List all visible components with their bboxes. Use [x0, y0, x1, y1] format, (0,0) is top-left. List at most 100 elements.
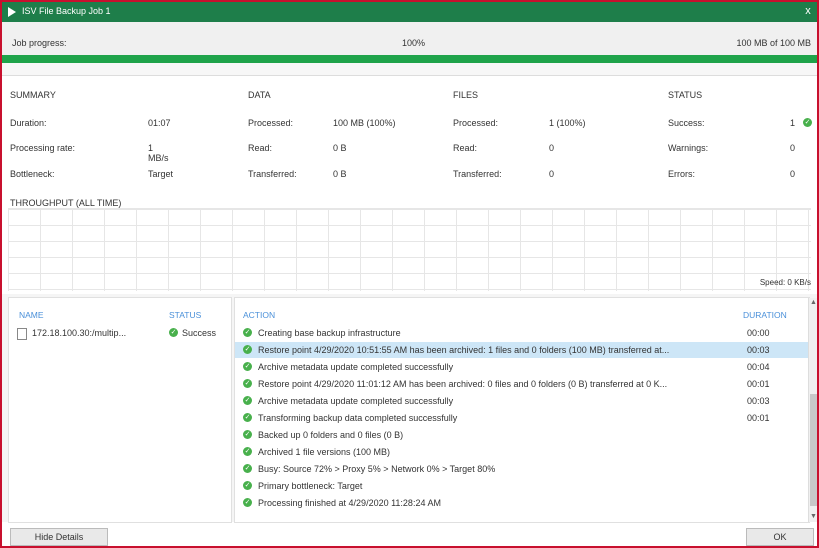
- job-progress-percent: 100%: [402, 38, 426, 48]
- status-value: 1: [790, 118, 796, 128]
- files-value: 1 (100%): [549, 118, 586, 128]
- status-key: Errors:: [668, 169, 695, 179]
- summary-key: Processing rate:: [10, 143, 76, 153]
- log-action-text: Processing finished at 4/29/2020 11:28:2…: [258, 498, 441, 508]
- log-row[interactable]: ✓ Archived 1 file versions (100 MB): [235, 444, 809, 460]
- data-header: DATA: [248, 90, 271, 100]
- files-row: Transferred: 0: [453, 169, 633, 181]
- success-icon: ✓: [243, 464, 252, 473]
- summary-row: Processing rate: 1 MB/s: [10, 143, 169, 163]
- play-icon: [8, 7, 16, 17]
- log-row[interactable]: ✓ Archive metadata update completed succe…: [235, 359, 809, 375]
- summary-key: Bottleneck:: [10, 169, 55, 179]
- log-action-text: Restore point 4/29/2020 10:51:55 AM has …: [258, 345, 670, 355]
- summary-key: Duration:: [10, 118, 47, 128]
- files-key: Read:: [453, 143, 478, 153]
- log-duration: 00:03: [747, 396, 770, 406]
- summary-row: Duration: 01:07: [10, 118, 171, 130]
- data-value: 100 MB (100%): [333, 118, 396, 128]
- status-header: STATUS: [668, 90, 703, 100]
- files-header: FILES: [453, 90, 479, 100]
- log-action-text: Busy: Source 72% > Proxy 5% > Network 0%…: [258, 464, 496, 474]
- data-section: DATA Processed: 100 MB (100%) Read: 0 B Tr…: [248, 76, 448, 194]
- job-window: ISV File Backup Job 1 x Job progress: 10…: [0, 0, 819, 548]
- summary-value: 01:07: [148, 118, 171, 128]
- log-row[interactable]: ✓ Archive metadata update completed succe…: [235, 393, 809, 409]
- window-title: ISV File Backup Job 1: [22, 6, 111, 16]
- summary-value: Target: [148, 169, 174, 179]
- files-row: Processed: 1 (100%): [453, 118, 633, 130]
- success-icon: ✓: [243, 430, 252, 439]
- log-row[interactable]: ✓ Processing finished at 4/29/2020 11:28:…: [235, 495, 809, 511]
- summary-section: SUMMARY Duration: 01:07 Processing rate: 1…: [10, 76, 173, 194]
- success-icon: ✓: [243, 328, 252, 337]
- log-row[interactable]: ✓ Backed up 0 folders and 0 files (0 B): [235, 427, 809, 443]
- file-icon: [17, 328, 27, 340]
- divider: [2, 63, 817, 76]
- log-duration: 00:00: [747, 328, 770, 338]
- files-key: Processed:: [453, 118, 499, 128]
- speed-label: Speed: 0 KB/s: [759, 278, 811, 287]
- status-key: Success:: [668, 118, 705, 128]
- files-key: Transferred:: [453, 169, 502, 179]
- data-value: 0 B: [333, 143, 347, 153]
- status-row: Warnings: 0: [668, 143, 813, 155]
- progress-bar-fill: [2, 55, 817, 63]
- job-progress-label: Job progress:: [12, 38, 67, 48]
- log-row[interactable]: ✓ Restore point 4/29/2020 11:01:12 AM has…: [235, 376, 809, 392]
- data-row: Transferred: 0 B: [248, 169, 448, 181]
- data-value: 0 B: [333, 169, 347, 179]
- log-row[interactable]: ✓ Primary bottleneck: Target: [235, 478, 809, 494]
- log-action-text: Archive metadata update completed succes…: [258, 362, 454, 372]
- success-icon: ✓: [243, 447, 252, 456]
- status-row: Errors: 0: [668, 169, 813, 181]
- duration-column-header[interactable]: DURATION: [743, 310, 787, 320]
- summary-header: SUMMARY: [10, 90, 56, 100]
- scrollbar-thumb[interactable]: [810, 394, 817, 506]
- log-duration: 00:04: [747, 362, 770, 372]
- success-icon: ✓: [243, 413, 252, 422]
- hide-details-button[interactable]: Hide Details: [10, 528, 108, 546]
- log-duration: 00:03: [747, 345, 770, 355]
- throughput-title: THROUGHPUT (ALL TIME): [10, 198, 122, 208]
- log-action-text: Backed up 0 folders and 0 files (0 B): [258, 430, 404, 440]
- scroll-down-icon[interactable]: ▼: [809, 512, 817, 522]
- success-icon: ✓: [243, 396, 252, 405]
- action-column-header[interactable]: ACTION: [243, 310, 275, 320]
- success-icon: ✓: [803, 118, 812, 127]
- log-scrollbar[interactable]: ▲ ▼: [808, 298, 817, 522]
- log-row[interactable]: ✓ Transforming backup data completed succ…: [235, 410, 809, 426]
- success-icon: ✓: [243, 345, 252, 354]
- data-row: Processed: 100 MB (100%): [248, 118, 448, 130]
- stats-panel: SUMMARY Duration: 01:07 Processing rate: 1…: [2, 76, 817, 194]
- data-row: Read: 0 B: [248, 143, 448, 155]
- object-name: 172.18.100.30:/multip...: [32, 328, 127, 338]
- title-bar: ISV File Backup Job 1 x: [2, 2, 817, 22]
- job-progress-row: Job progress: 100% 100 MB of 100 MB: [2, 22, 817, 55]
- object-row[interactable]: 172.18.100.30:/multip... ✓ Success: [9, 325, 231, 341]
- scroll-up-icon[interactable]: ▲: [809, 298, 817, 308]
- status-column-header[interactable]: STATUS: [169, 310, 201, 320]
- log-row[interactable]: ✓ Restore point 4/29/2020 10:51:55 AM has…: [235, 342, 809, 358]
- success-icon: ✓: [243, 362, 252, 371]
- log-row[interactable]: ✓ Busy: Source 72% > Proxy 5% > Network 0…: [235, 461, 809, 477]
- ok-button[interactable]: OK: [746, 528, 814, 546]
- files-row: Read: 0: [453, 143, 633, 155]
- success-icon: ✓: [243, 481, 252, 490]
- close-button[interactable]: x: [801, 4, 815, 18]
- log-action-text: Primary bottleneck: Target: [258, 481, 363, 491]
- status-section: STATUS Success: 1 ✓ Warnings: 0 Errors: 0: [668, 76, 813, 194]
- log-action-text: Archive metadata update completed succes…: [258, 396, 454, 406]
- progress-bar: [2, 55, 817, 63]
- objects-panel: NAME STATUS 172.18.100.30:/multip... ✓ S…: [8, 297, 232, 523]
- log-action-text: Restore point 4/29/2020 11:01:12 AM has …: [258, 379, 668, 389]
- log-action-text: Transforming backup data completed succe…: [258, 413, 458, 423]
- log-duration: 00:01: [747, 379, 770, 389]
- job-progress-amount: 100 MB of 100 MB: [736, 38, 811, 48]
- log-row[interactable]: ✓ Creating base backup infrastructure 00:0…: [235, 325, 809, 341]
- status-value: 0: [790, 143, 796, 153]
- name-column-header[interactable]: NAME: [19, 310, 44, 320]
- throughput-graph: [8, 208, 811, 291]
- object-status: Success: [182, 328, 217, 338]
- data-key: Transferred:: [248, 169, 297, 179]
